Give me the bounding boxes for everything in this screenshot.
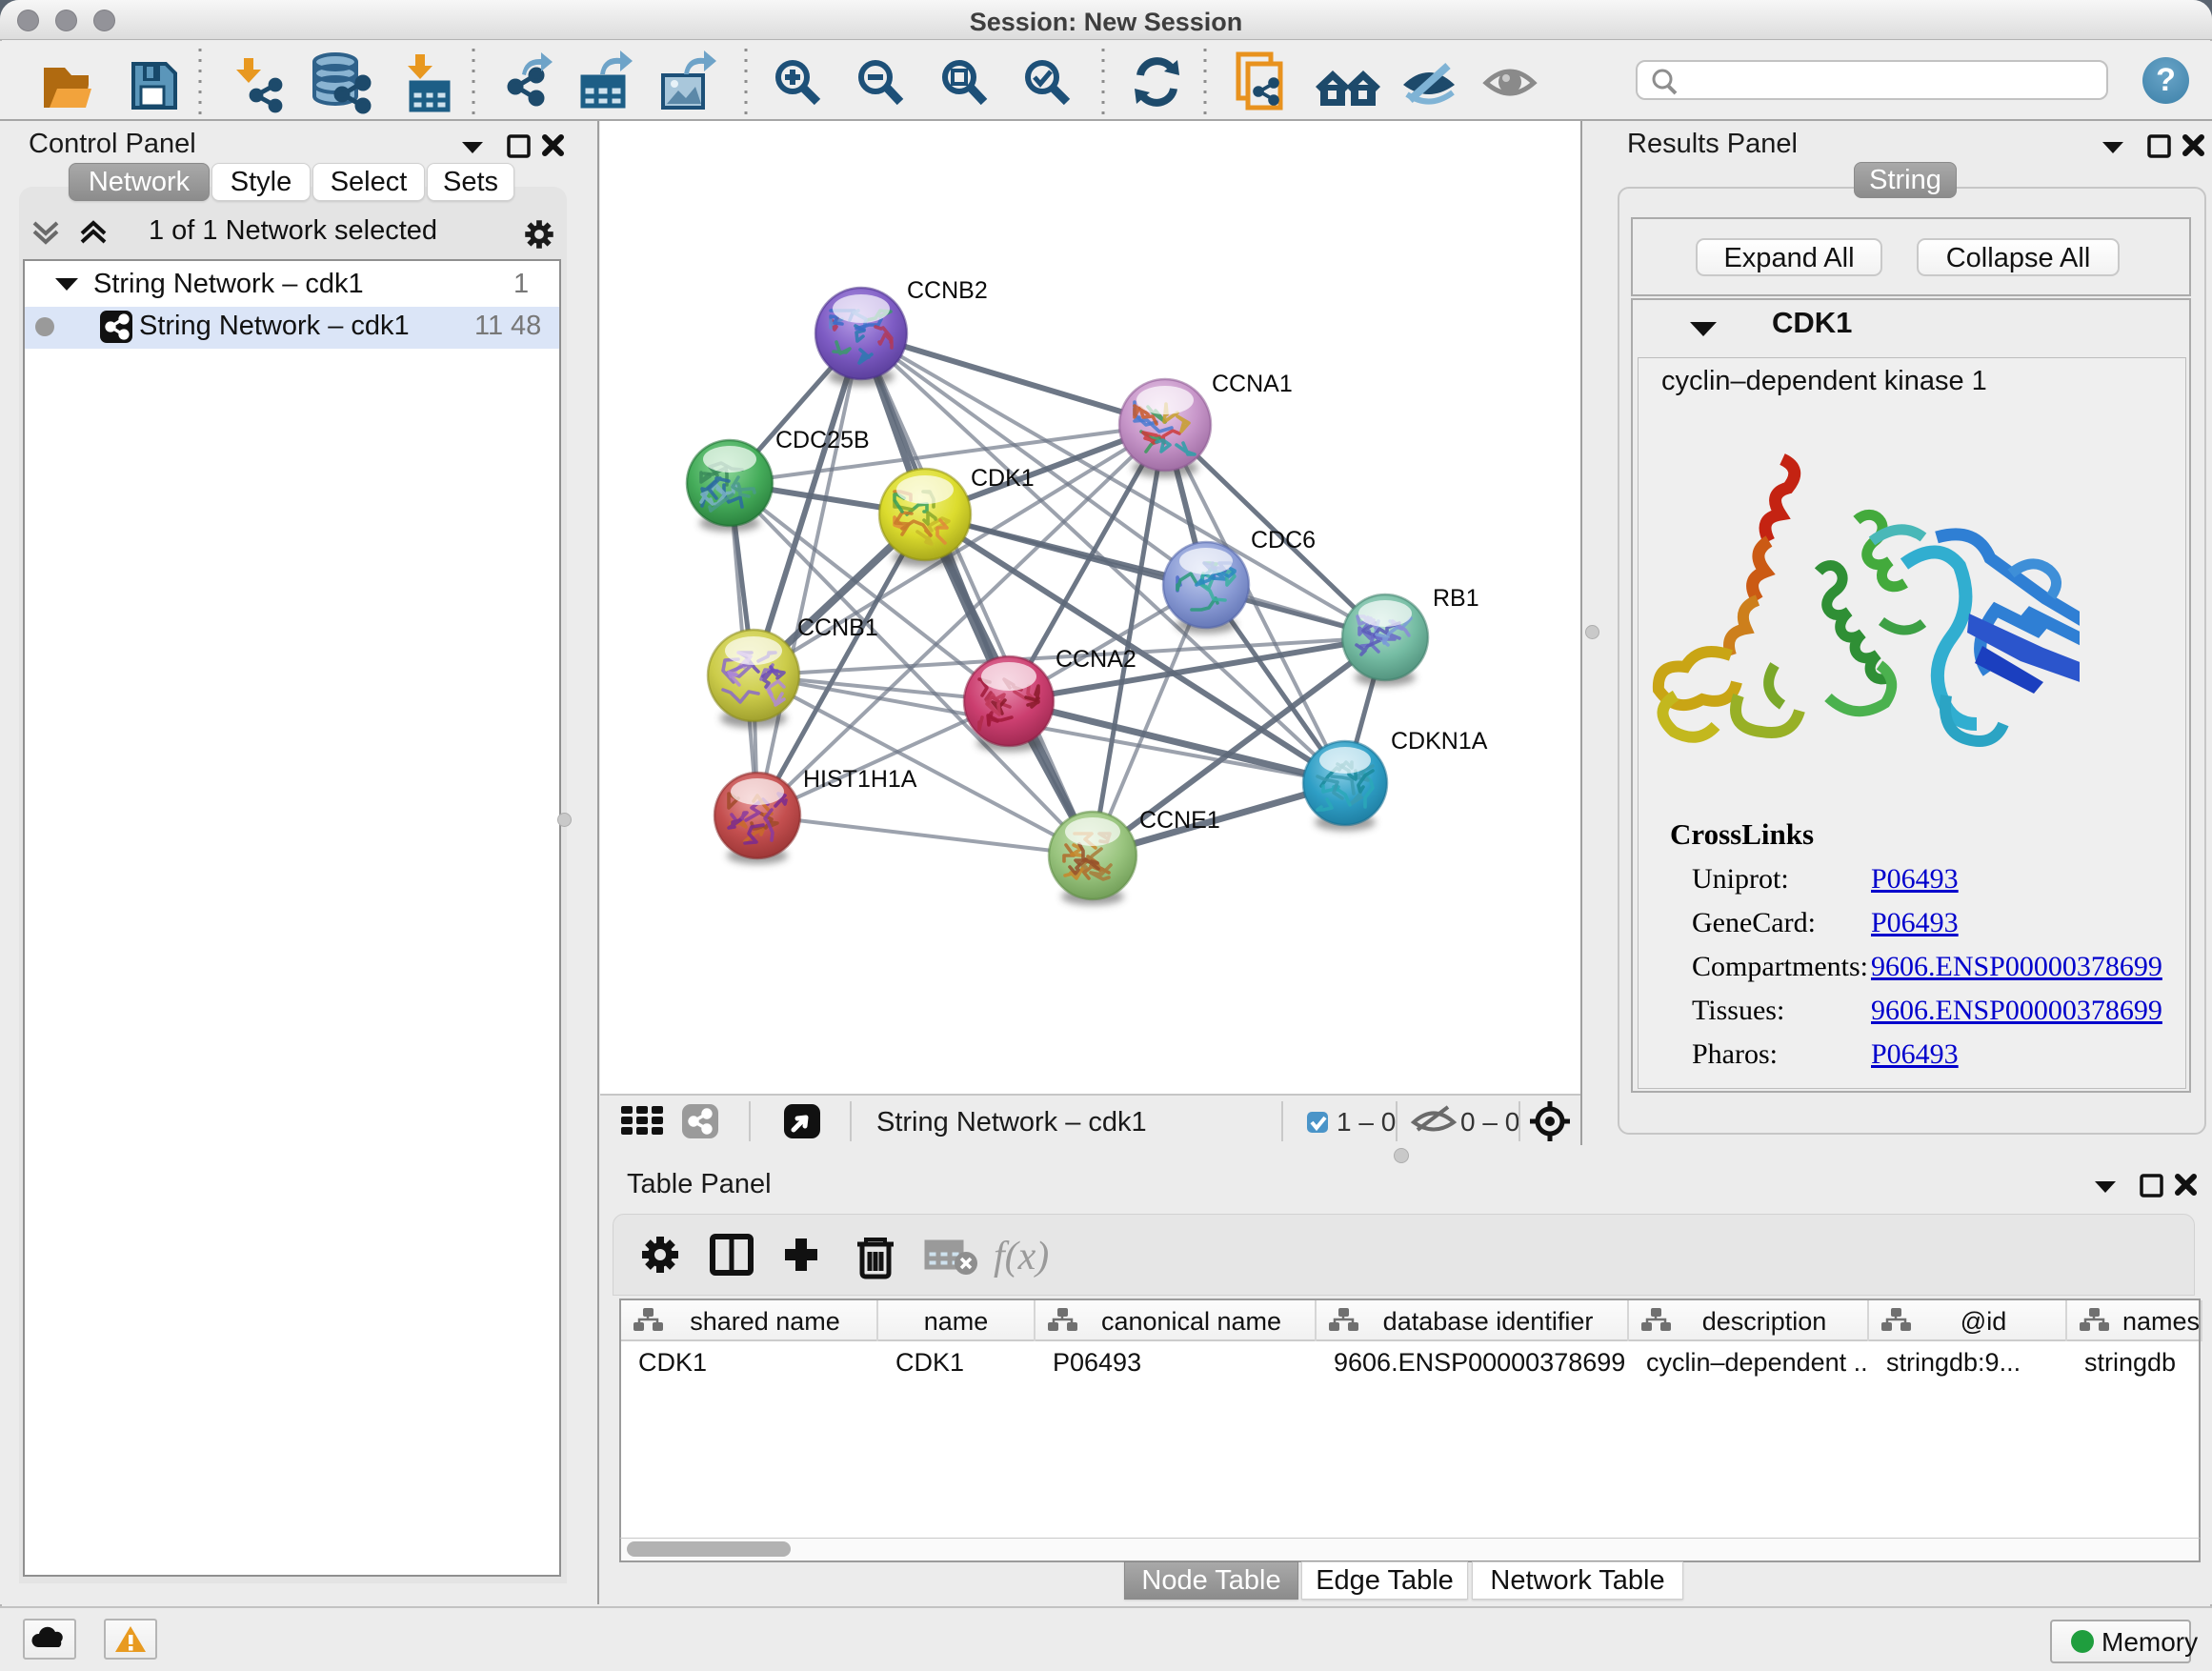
svg-text:CCNA2: CCNA2 <box>1056 646 1136 673</box>
svg-text:HIST1H1A: HIST1H1A <box>803 766 917 793</box>
svg-text:CDKN1A: CDKN1A <box>1391 728 1488 755</box>
svg-text:CCNB1: CCNB1 <box>797 614 878 641</box>
svg-text:CCNA1: CCNA1 <box>1212 371 1293 397</box>
svg-text:CCNE1: CCNE1 <box>1139 807 1220 834</box>
svg-text:CDC25B: CDC25B <box>775 427 870 453</box>
svg-text:CDK1: CDK1 <box>971 465 1035 492</box>
svg-text:String Network – cdk1: String Network – cdk1 <box>876 1107 1147 1137</box>
svg-text:0 – 0: 0 – 0 <box>1460 1107 1519 1137</box>
svg-text:RB1: RB1 <box>1433 585 1479 612</box>
svg-text:1 – 0: 1 – 0 <box>1337 1107 1396 1137</box>
svg-text:CDC6: CDC6 <box>1251 527 1316 554</box>
svg-text:f(x): f(x) <box>994 1235 1049 1278</box>
svg-text:CCNB2: CCNB2 <box>907 277 988 304</box>
